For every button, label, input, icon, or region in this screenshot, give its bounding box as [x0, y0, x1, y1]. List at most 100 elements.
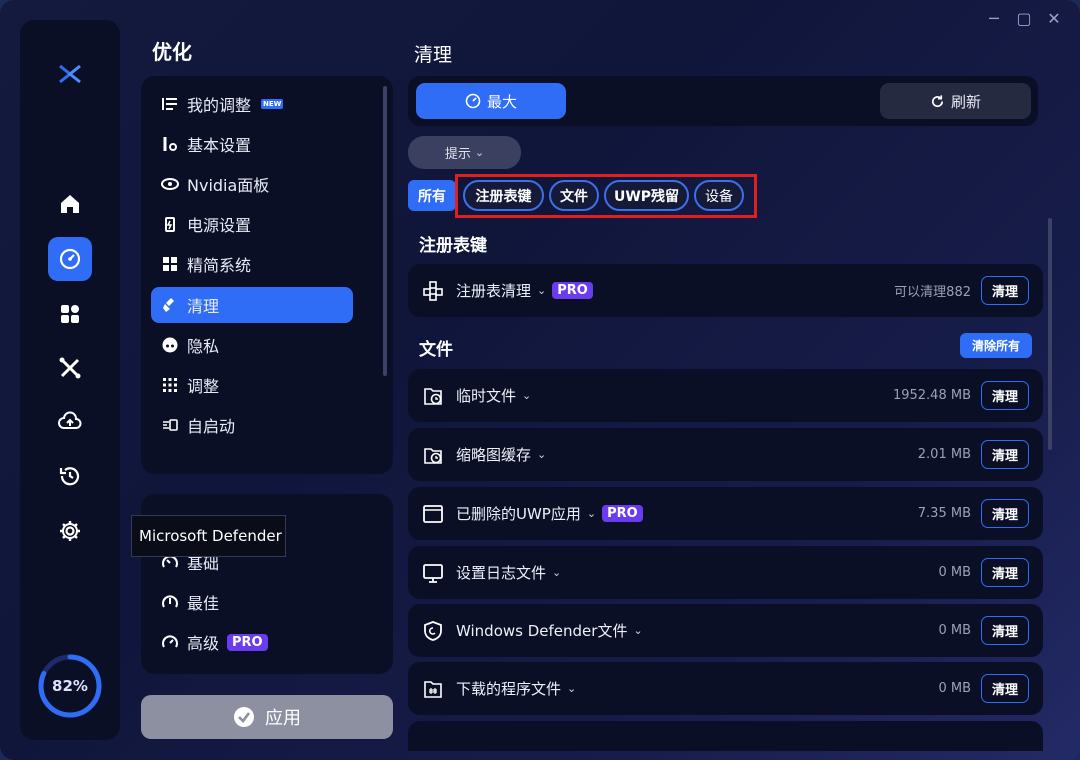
files-group-title: 文件 — [419, 340, 453, 360]
menu-item-privacy[interactable]: 隐私 — [151, 327, 353, 363]
list-item: 注册表清理 ⌄ PRO 可以清理882 清理 — [408, 264, 1043, 317]
list-item: Windows Defender文件 ⌄ 0 MB 清理 — [408, 604, 1043, 657]
chevron-down-icon: ⌄ — [552, 566, 562, 579]
optimize-gauge-icon[interactable] — [48, 237, 92, 281]
apply-button[interactable]: 应用 — [141, 695, 393, 739]
menu-item-my-tweaks[interactable]: 我的调整 NEW — [151, 86, 353, 122]
row-title: 缩略图缓存 — [456, 446, 532, 464]
wrench-gear-icon — [161, 135, 179, 153]
row-title: 下载的程序文件 — [456, 680, 562, 698]
menu-item-clean[interactable]: 清理 — [151, 287, 353, 323]
gauge-high-icon — [162, 635, 178, 648]
row-size: 0 MB — [938, 681, 971, 696]
clean-button[interactable]: 清理 — [981, 674, 1029, 703]
nvidia-icon — [161, 175, 179, 193]
download-folder-icon — [424, 681, 442, 698]
nav-rail: 82% — [20, 20, 120, 740]
menu-label: 我的调整 — [187, 96, 252, 115]
row-size: 0 MB — [938, 623, 971, 638]
max-button[interactable]: 最大 — [416, 83, 566, 119]
window-controls: ─ ▢ ✕ — [986, 9, 1062, 28]
menu-scrollbar[interactable] — [383, 86, 387, 376]
pro-badge: PRO — [602, 505, 643, 522]
clean-button[interactable]: 清理 — [981, 616, 1029, 645]
mode-best[interactable]: 最佳 — [161, 590, 219, 614]
clean-button[interactable]: 清理 — [981, 381, 1029, 410]
maximize-icon[interactable]: ▢ — [1016, 9, 1032, 28]
list-item-partial — [408, 721, 1043, 751]
broom-icon — [161, 296, 179, 314]
hint-dropdown[interactable]: 提示 ⌄ — [408, 136, 521, 169]
clear-all-button[interactable]: 清除所有 — [960, 333, 1032, 358]
menu-label: 清理 — [187, 297, 220, 316]
menu-item-startup[interactable]: 自启动 — [151, 407, 353, 443]
row-size: 1952.48 MB — [892, 388, 971, 403]
clean-button[interactable]: 清理 — [981, 499, 1029, 528]
registry-group-title: 注册表键 — [419, 236, 487, 256]
row-title: Windows Defender文件 — [456, 622, 628, 640]
list-item: 下载的程序文件 ⌄ 0 MB 清理 — [408, 662, 1043, 715]
apply-label: 应用 — [265, 708, 301, 729]
menu-label: 隐私 — [187, 337, 220, 356]
filter-chip-devices[interactable]: 设备 — [694, 180, 744, 211]
clean-button[interactable]: 清理 — [981, 276, 1029, 305]
new-badge: NEW — [261, 99, 284, 109]
chevron-down-icon: ⌄ — [537, 448, 547, 461]
filter-all[interactable]: 所有 — [408, 180, 456, 211]
chevron-down-icon: ⌄ — [537, 284, 547, 297]
row-label[interactable]: 设置日志文件 ⌄ — [456, 546, 561, 599]
list-item: 设置日志文件 ⌄ 0 MB 清理 — [408, 546, 1043, 599]
mode-advanced[interactable]: 高级 PRO — [161, 630, 268, 654]
list-scrollbar[interactable] — [1048, 218, 1052, 450]
menu-item-power[interactable]: 电源设置 — [151, 206, 353, 242]
row-label[interactable]: 注册表清理 ⌄ PRO — [456, 264, 593, 317]
tooltip: Microsoft Defender — [131, 515, 286, 557]
menu-label: 电源设置 — [187, 216, 252, 235]
menu-item-nvidia[interactable]: Nvidia面板 — [151, 166, 353, 202]
clean-button[interactable]: 清理 — [981, 558, 1029, 587]
optimize-title: 优化 — [152, 40, 192, 64]
row-size: 可以清理882 — [894, 285, 971, 300]
list-item: 缩略图缓存 ⌄ 2.01 MB 清理 — [408, 428, 1043, 481]
mode-label: 高级 — [187, 634, 220, 653]
clean-button[interactable]: 清理 — [981, 440, 1029, 469]
row-label[interactable]: 已删除的UWP应用 ⌄ PRO — [456, 487, 643, 540]
row-title: 临时文件 — [456, 387, 517, 405]
row-label[interactable]: Windows Defender文件 ⌄ — [456, 604, 643, 657]
menu-item-basic-settings[interactable]: 基本设置 — [151, 126, 353, 162]
gauge-percent: 82% — [52, 677, 88, 695]
hint-label: 提示 — [444, 147, 471, 162]
close-icon[interactable]: ✕ — [1046, 9, 1062, 28]
tools-icon[interactable] — [48, 346, 92, 390]
row-label[interactable]: 下载的程序文件 ⌄ — [456, 662, 576, 715]
row-label[interactable]: 临时文件 ⌄ — [456, 369, 531, 422]
chevron-down-icon: ⌄ — [474, 146, 485, 159]
refresh-icon — [932, 94, 944, 107]
row-label[interactable]: 缩略图缓存 ⌄ — [456, 428, 546, 481]
row-size: 0 MB — [938, 565, 971, 580]
cloud-upload-icon[interactable] — [48, 400, 92, 444]
menu-label: 调整 — [187, 377, 220, 396]
list-item: 临时文件 ⌄ 1952.48 MB 清理 — [408, 369, 1043, 422]
filter-chip-files[interactable]: 文件 — [549, 180, 599, 211]
refresh-button[interactable]: 刷新 — [880, 83, 1031, 119]
check-circle-icon — [234, 707, 254, 727]
row-title: 已删除的UWP应用 — [456, 505, 581, 523]
window-icon — [423, 505, 443, 523]
home-icon[interactable] — [48, 182, 92, 226]
minimize-icon[interactable]: ─ — [986, 9, 1002, 28]
apps-icon[interactable] — [48, 292, 92, 336]
shield-icon — [424, 621, 442, 641]
menu-item-tweaks[interactable]: 调整 — [151, 367, 353, 403]
restore-icon[interactable] — [48, 454, 92, 498]
filter-chip-uwp[interactable]: UWP残留 — [604, 180, 689, 211]
settings-gear-icon[interactable] — [48, 509, 92, 553]
refresh-label: 刷新 — [950, 92, 981, 111]
menu-item-debloat[interactable]: 精简系统 — [151, 246, 353, 282]
menu-label: 自启动 — [187, 417, 236, 436]
optimize-menu: 我的调整 NEW 基本设置 Nvidia面板 电源设置 精简系统 清理 隐私 调… — [141, 76, 393, 474]
pro-badge: PRO — [552, 282, 593, 299]
startup-icon — [161, 416, 179, 434]
filter-chip-registry[interactable]: 注册表键 — [463, 180, 544, 211]
registry-icon — [423, 281, 443, 301]
